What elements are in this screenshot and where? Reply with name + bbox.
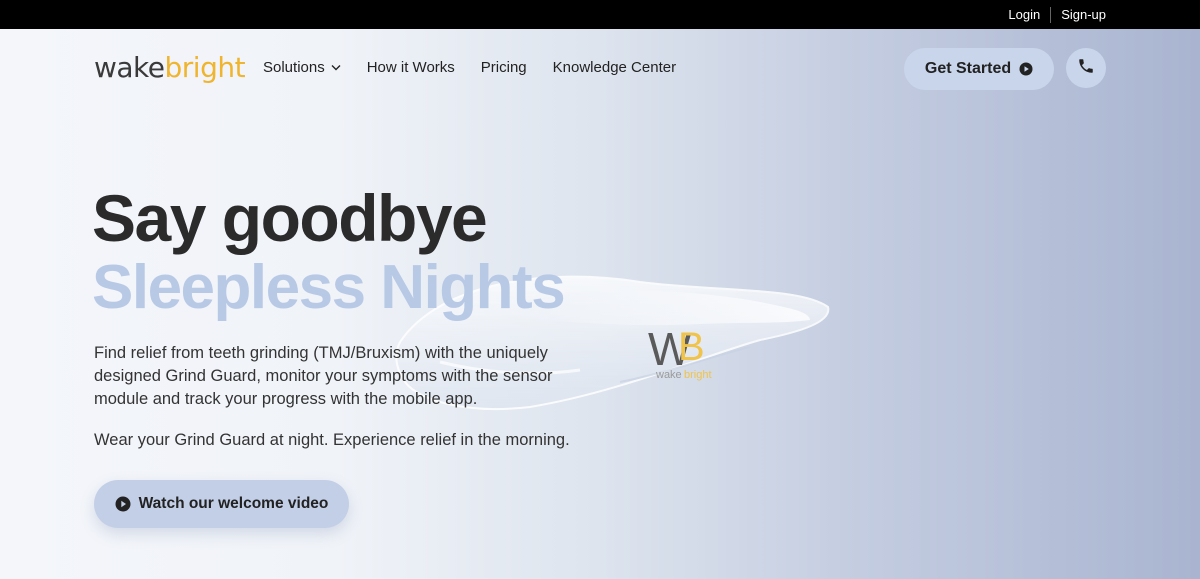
- phone-icon: [1077, 57, 1095, 80]
- hero-subtitle: Sleepless Nights: [92, 253, 566, 322]
- chevron-down-icon: [331, 64, 341, 71]
- hero-description: Find relief from teeth grinding (TMJ/Bru…: [94, 344, 553, 408]
- get-started-button[interactable]: Get Started: [904, 48, 1054, 90]
- play-circle-icon: [115, 496, 131, 512]
- nav-item-pricing[interactable]: Pricing: [481, 59, 527, 76]
- logo[interactable]: wakebright: [94, 51, 246, 84]
- nav-menu: Solutions How it Works Pricing Knowledge…: [263, 59, 702, 76]
- watch-video-button[interactable]: Watch our welcome video: [94, 480, 349, 528]
- nav-item-label: Pricing: [480, 59, 527, 76]
- nav-item-label: Solutions: [263, 59, 325, 76]
- get-started-label: Get Started: [924, 60, 1012, 77]
- phone-button[interactable]: [1066, 48, 1106, 88]
- nav-item-how-it-works[interactable]: How it Works: [367, 59, 455, 76]
- play-circle-icon: [1019, 62, 1033, 76]
- logo-bright: bright: [164, 51, 246, 84]
- hero-tagline: Wear your Grind Guard at night. Experien…: [94, 431, 570, 449]
- signup-link[interactable]: Sign-up: [1061, 7, 1106, 22]
- hero-title: Say goodbye: [92, 181, 488, 255]
- nav-item-label: How it Works: [366, 59, 455, 76]
- watch-video-label: Watch our welcome video: [138, 495, 329, 512]
- top-bar: Login Sign-up: [0, 0, 1200, 29]
- nav-item-label: Knowledge Center: [552, 59, 677, 76]
- account-links: Login Sign-up: [1008, 0, 1106, 29]
- guard-logo-b: B: [678, 325, 705, 369]
- logo-wake: wake: [94, 51, 165, 84]
- divider: [1050, 6, 1052, 23]
- nav-item-knowledge-center[interactable]: Knowledge Center: [553, 59, 676, 76]
- guard-logo-bright: bright: [684, 369, 712, 381]
- nav-item-solutions[interactable]: Solutions: [263, 59, 341, 76]
- guard-logo-wake: wake: [655, 369, 682, 381]
- login-link[interactable]: Login: [1008, 7, 1040, 22]
- main-nav: wakebright Solutions How it Works Pricin…: [0, 29, 1200, 109]
